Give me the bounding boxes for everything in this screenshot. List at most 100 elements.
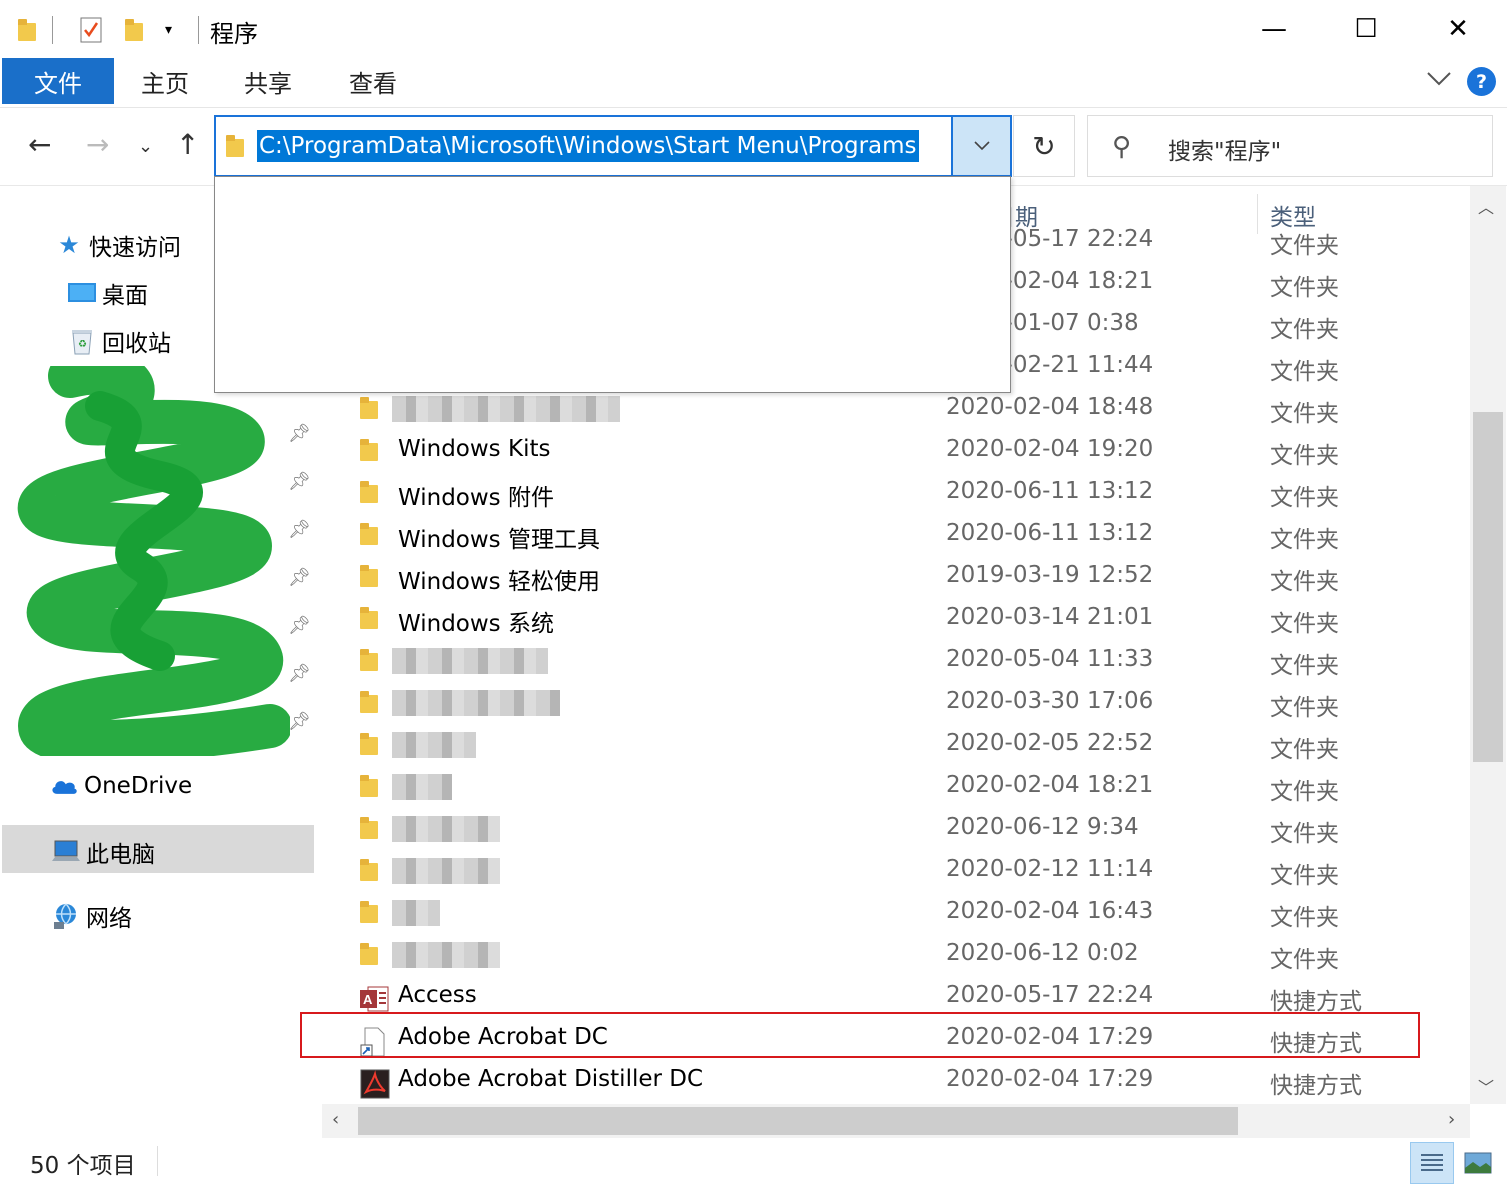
modified-date: 2020-02-05 22:52	[946, 730, 1154, 756]
file-type: 文件夹	[1270, 401, 1339, 427]
folder-row[interactable]: 2020-03-30 17:06 文件夹	[320, 682, 1470, 724]
modified-date: 2020-05-17 22:24	[946, 982, 1154, 1008]
vertical-scrollbar[interactable]: ︿ ﹀	[1470, 186, 1506, 1104]
scroll-left-icon[interactable]: ‹	[332, 1109, 339, 1130]
file-type: 文件夹	[1270, 233, 1339, 259]
selection-highlight	[2, 825, 314, 873]
up-arrow-icon[interactable]: ↑	[176, 128, 199, 161]
folder-row[interactable]: Windows 附件 2020-06-11 13:12 文件夹	[320, 472, 1470, 514]
modified-date: 2020-03-30 17:06	[946, 688, 1154, 714]
details-view-icon[interactable]	[1410, 1142, 1454, 1184]
redacted-filename	[392, 816, 500, 842]
redacted-filename	[392, 774, 452, 800]
redacted-filename	[392, 942, 500, 968]
address-bar[interactable]: C:\ProgramData\Microsoft\Windows\Start M…	[214, 115, 951, 177]
svg-text:A: A	[363, 992, 373, 1007]
close-button[interactable]: ✕	[1412, 0, 1504, 58]
sidebar-item-desktop[interactable]: 桌面	[68, 276, 148, 310]
folder-icon	[360, 733, 378, 755]
file-name: Windows 管理工具	[398, 527, 600, 553]
redacted-filename	[392, 732, 476, 758]
address-path-input[interactable]: C:\ProgramData\Microsoft\Windows\Start M…	[257, 130, 919, 162]
tab-home[interactable]: 主页	[125, 58, 205, 104]
search-input[interactable]: 搜索"程序"	[1168, 132, 1281, 166]
address-dropdown-button[interactable]	[951, 115, 1012, 177]
forward-arrow-icon[interactable]: →	[86, 128, 109, 161]
address-history-dropdown	[214, 176, 1011, 393]
properties-icon[interactable]	[80, 14, 102, 46]
pin-icon: 📌︎	[288, 663, 311, 684]
scrollbar-thumb[interactable]	[1473, 412, 1503, 762]
tab-view[interactable]: 查看	[333, 58, 413, 104]
tab-file[interactable]: 文件	[2, 58, 114, 104]
folder-row[interactable]: 2020-02-04 16:43 文件夹	[320, 892, 1470, 934]
pin-icon: 📌︎	[288, 711, 311, 732]
scroll-right-icon[interactable]: ›	[1448, 1109, 1455, 1130]
file-type: 文件夹	[1270, 821, 1339, 847]
sidebar-item-recycle-bin[interactable]: ♻ 回收站	[68, 324, 171, 358]
new-folder-icon[interactable]	[125, 14, 143, 46]
modified-date: 2020-06-11 13:12	[946, 478, 1154, 504]
help-button[interactable]: ?	[1467, 67, 1496, 96]
folder-row[interactable]: 2020-05-04 11:33 文件夹	[320, 640, 1470, 682]
customize-toolbar-icon[interactable]: ▾	[165, 14, 172, 46]
file-type: 文件夹	[1270, 527, 1339, 553]
sidebar-item-onedrive[interactable]: OneDrive	[50, 772, 192, 800]
scrollbar-thumb[interactable]	[358, 1107, 1238, 1135]
file-type: 文件夹	[1270, 569, 1339, 595]
pin-icon: 📌︎	[288, 615, 311, 636]
folder-row[interactable]: 2020-02-04 18:48 文件夹	[320, 388, 1470, 430]
folder-icon	[360, 523, 378, 545]
folder-row[interactable]: Windows 管理工具 2020-06-11 13:12 文件夹	[320, 514, 1470, 556]
redacted-filename	[392, 858, 500, 884]
folder-icon	[360, 439, 378, 461]
folder-icon	[360, 859, 378, 881]
back-arrow-icon[interactable]: ←	[28, 128, 51, 161]
modified-date: 2020-02-04 17:29	[946, 1066, 1154, 1092]
folder-row[interactable]: 2020-02-05 22:52 文件夹	[320, 724, 1470, 766]
large-icons-view-icon[interactable]	[1456, 1142, 1500, 1184]
sidebar-item-this-pc[interactable]: 此电脑	[52, 835, 155, 869]
redacted-filename	[392, 648, 548, 674]
title-bar: ▾ 程序 — ☐ ✕	[0, 0, 1507, 58]
refresh-icon[interactable]: ↻	[1013, 115, 1075, 177]
maximize-button[interactable]: ☐	[1320, 0, 1412, 58]
folder-row[interactable]: Windows Kits 2020-02-04 19:20 文件夹	[320, 430, 1470, 472]
scroll-down-icon[interactable]: ﹀	[1478, 1074, 1494, 1098]
folder-icon	[360, 481, 378, 503]
pin-icon: 📌︎	[288, 471, 311, 492]
ribbon-tabs: 文件 主页 共享 查看 ?	[0, 58, 1507, 108]
folder-row[interactable]: 2020-02-04 18:21 文件夹	[320, 766, 1470, 808]
folder-row[interactable]: 2020-02-12 11:14 文件夹	[320, 850, 1470, 892]
search-box[interactable]: ⚲ 搜索"程序"	[1087, 115, 1493, 177]
modified-date: 2020-05-04 11:33	[946, 646, 1154, 672]
sidebar-item-network[interactable]: 网络	[52, 899, 132, 933]
file-type: 文件夹	[1270, 275, 1339, 301]
file-name: Access	[398, 982, 477, 1008]
star-icon: ★	[58, 231, 80, 259]
redacted-filename	[392, 690, 560, 716]
folder-icon	[360, 775, 378, 797]
chevron-down-icon[interactable]	[1426, 68, 1452, 92]
modified-date: 2020-06-12 9:34	[946, 814, 1139, 840]
file-type: 快捷方式	[1270, 989, 1362, 1015]
shortcut-row[interactable]: Adobe Acrobat Distiller DC 2020-02-04 17:…	[320, 1060, 1470, 1102]
scroll-up-icon[interactable]: ︿	[1478, 194, 1494, 218]
recent-locations-icon[interactable]: ⌄	[138, 136, 153, 157]
folder-row[interactable]: Windows 轻松使用 2019-03-19 12:52 文件夹	[320, 556, 1470, 598]
sidebar-item-quick-access[interactable]: ★ 快速访问	[55, 228, 181, 262]
horizontal-scrollbar[interactable]: ‹ ›	[322, 1104, 1470, 1138]
redacted-filename	[392, 900, 440, 926]
folder-row[interactable]: 2020-06-12 0:02 文件夹	[320, 934, 1470, 976]
tab-share[interactable]: 共享	[228, 58, 308, 104]
file-type: 文件夹	[1270, 653, 1339, 679]
desktop-icon	[68, 279, 96, 307]
folder-icon	[360, 817, 378, 839]
file-type: 文件夹	[1270, 611, 1339, 637]
computer-icon	[52, 838, 80, 866]
folder-icon	[360, 397, 378, 419]
folder-row[interactable]: Windows 系统 2020-03-14 21:01 文件夹	[320, 598, 1470, 640]
minimize-button[interactable]: —	[1228, 0, 1320, 58]
file-name: Windows 轻松使用	[398, 569, 600, 595]
folder-row[interactable]: 2020-06-12 9:34 文件夹	[320, 808, 1470, 850]
